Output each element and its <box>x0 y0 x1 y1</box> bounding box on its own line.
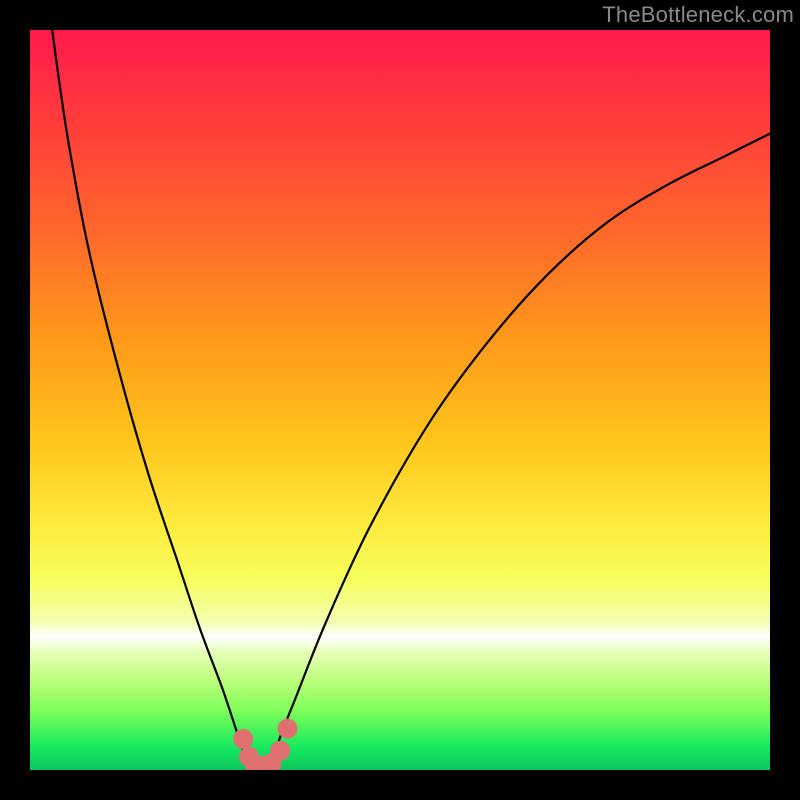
chart-frame: TheBottleneck.com <box>0 0 800 800</box>
marker-group <box>233 719 297 770</box>
watermark-text: TheBottleneck.com <box>602 2 794 28</box>
curve-svg <box>30 30 770 770</box>
marker-right-lower <box>270 741 290 761</box>
plot-area <box>30 30 770 770</box>
marker-left-upper <box>233 729 253 749</box>
bottleneck-curve <box>52 30 770 770</box>
marker-right-upper <box>278 719 298 739</box>
